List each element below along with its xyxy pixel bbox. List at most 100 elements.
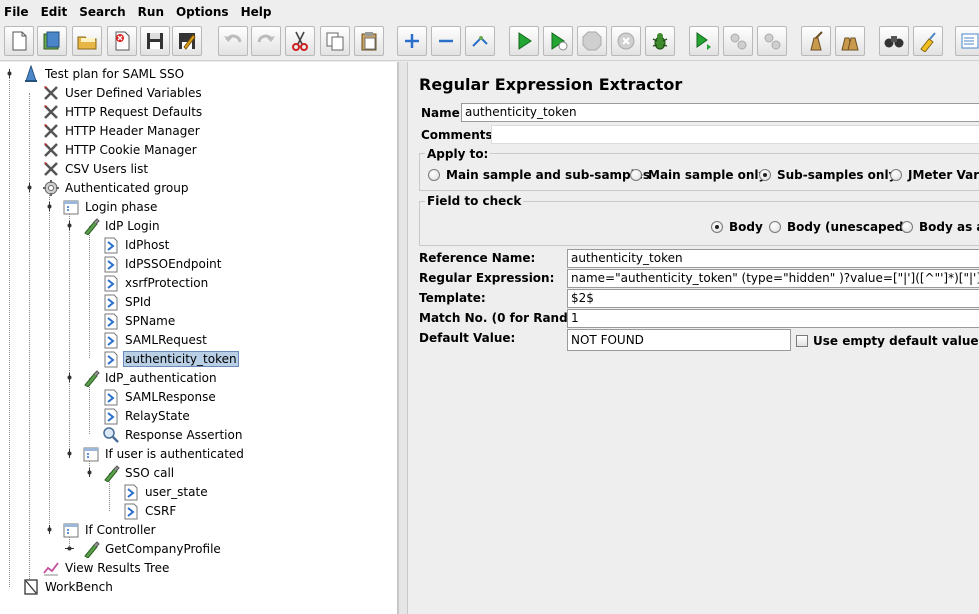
- tree-node-xsrfprotection[interactable]: xsrfProtection: [102, 273, 210, 292]
- test-plan-tree: Test plan for SAML SSO User Defined Vari…: [0, 62, 398, 614]
- tree-node-idpssoendpoint[interactable]: IdPSSOEndpoint: [102, 254, 223, 273]
- config-element-icon: [44, 104, 58, 119]
- tree-node-if-user-is-authenticated[interactable]: If user is authenticated: [82, 444, 246, 463]
- default-value-input[interactable]: NOT FOUND: [567, 329, 791, 351]
- stop-button[interactable]: [577, 26, 607, 56]
- remote-exit-button[interactable]: [757, 26, 787, 56]
- tree-node-spname[interactable]: SPName: [102, 311, 177, 330]
- templates-button[interactable]: [37, 26, 67, 56]
- regex-input[interactable]: name="authenticity_token" (type="hidden"…: [567, 269, 979, 288]
- tree-node-workbench[interactable]: WorkBench: [22, 577, 115, 596]
- tree-node-user-defined-variables[interactable]: User Defined Variables: [42, 83, 204, 102]
- redo-button[interactable]: [251, 26, 281, 56]
- clear-button[interactable]: [801, 26, 831, 56]
- tree-node-idphost[interactable]: IdPhost: [102, 235, 171, 254]
- config-element-icon: [44, 123, 58, 138]
- bug-button[interactable]: [645, 26, 675, 56]
- start-no-pauses-button[interactable]: [543, 26, 573, 56]
- tree-node-http-header-manager[interactable]: HTTP Header Manager: [42, 121, 202, 140]
- radio-jmeter-variable[interactable]: JMeter Varia: [890, 168, 979, 182]
- tree-node-http-request-defaults[interactable]: HTTP Request Defaults: [42, 102, 204, 121]
- start-button[interactable]: [509, 26, 539, 56]
- reference-name-input[interactable]: authenticity_token: [567, 249, 979, 268]
- remote-start-button[interactable]: [689, 26, 719, 56]
- tree-node-idp-authentication[interactable]: IdP_authentication: [82, 368, 219, 387]
- expander-authenticated-group[interactable]: [25, 183, 34, 192]
- close-button[interactable]: [107, 26, 137, 56]
- tree-node-samlresponse[interactable]: SAMLResponse: [102, 387, 218, 406]
- collapse-button[interactable]: [431, 26, 461, 56]
- tree-node-http-cookie-manager[interactable]: HTTP Cookie Manager: [42, 140, 199, 159]
- tree-node-relaystate[interactable]: RelayState: [102, 406, 192, 425]
- radio-main-and-sub-samples[interactable]: Main sample and sub-samples: [428, 168, 650, 182]
- checkbox-label: Use empty default value: [813, 334, 979, 348]
- tree-node-if-controller[interactable]: If Controller: [62, 520, 158, 539]
- save-button[interactable]: [140, 26, 170, 56]
- clear-all-button[interactable]: [835, 26, 865, 56]
- search-button[interactable]: [879, 26, 909, 56]
- use-empty-default-checkbox[interactable]: Use empty default value: [796, 334, 979, 348]
- open-button[interactable]: [72, 26, 102, 56]
- tree-node-idp-login[interactable]: IdP Login: [82, 216, 162, 235]
- tree-node-response-assertion[interactable]: Response Assertion: [102, 425, 244, 444]
- expander-if-controller[interactable]: [45, 525, 54, 534]
- tree-node-csrf[interactable]: CSRF: [122, 501, 178, 520]
- radio-main-sample-only[interactable]: Main sample only: [630, 168, 766, 182]
- undo-button[interactable]: [218, 26, 248, 56]
- match-no-input[interactable]: 1: [567, 309, 979, 328]
- menu-edit[interactable]: Edit: [41, 5, 68, 19]
- expander-idp-authentication[interactable]: [65, 373, 74, 382]
- comments-label: Comments:: [421, 128, 498, 142]
- panel-title: Regular Expression Extractor: [419, 75, 683, 94]
- name-input[interactable]: authenticity_token: [461, 103, 979, 122]
- cut-button[interactable]: [285, 26, 315, 56]
- tree-node-login-phase[interactable]: Login phase: [62, 197, 159, 216]
- reset-search-button[interactable]: [913, 26, 943, 56]
- expander-sso-call[interactable]: [85, 468, 94, 477]
- remote-exit-icon: [764, 33, 781, 50]
- menu-help[interactable]: Help: [241, 5, 272, 19]
- paste-button[interactable]: [354, 26, 384, 56]
- radio-body[interactable]: Body: [711, 220, 763, 234]
- copy-button[interactable]: [320, 26, 350, 56]
- menu-search[interactable]: Search: [79, 5, 125, 19]
- tree-node-label: RelayState: [125, 408, 190, 423]
- tree-node-label: CSV Users list: [65, 161, 149, 176]
- menu-run[interactable]: Run: [138, 5, 164, 19]
- remote-stop-button[interactable]: [723, 26, 753, 56]
- expander-test-plan[interactable]: [5, 69, 14, 78]
- toggle-button[interactable]: [465, 26, 495, 56]
- tree-node-authenticated-group[interactable]: Authenticated group: [42, 178, 190, 197]
- reset-search-icon: [920, 32, 936, 52]
- new-button[interactable]: [4, 26, 34, 56]
- tree-node-test-plan[interactable]: Test plan for SAML SSO: [22, 64, 186, 83]
- split-pane-divider[interactable]: [398, 62, 408, 614]
- expander-if-authenticated[interactable]: [65, 449, 74, 458]
- comments-input[interactable]: [491, 125, 979, 144]
- expander-get-company-profile[interactable]: [65, 544, 74, 553]
- shutdown-button[interactable]: [611, 26, 641, 56]
- sampler-icon: [84, 540, 100, 558]
- tree-node-label: HTTP Cookie Manager: [65, 142, 197, 157]
- menu-options[interactable]: Options: [176, 5, 229, 19]
- save-as-button[interactable]: [172, 26, 202, 56]
- radio-body-unescaped[interactable]: Body (unescaped): [769, 220, 909, 234]
- radio-body-as-document[interactable]: Body as a D: [901, 220, 979, 234]
- tree-node-authenticity-token[interactable]: authenticity_token: [102, 349, 239, 368]
- tree-node-get-company-profile[interactable]: GetCompanyProfile: [82, 539, 223, 558]
- expand-button[interactable]: [397, 26, 427, 56]
- menu-file[interactable]: File: [4, 5, 29, 19]
- expander-idp-login[interactable]: [65, 221, 74, 230]
- expander-login-phase[interactable]: [45, 202, 54, 211]
- tree-node-csv-users-list[interactable]: CSV Users list: [42, 159, 150, 178]
- tree-node-label: Authenticated group: [65, 180, 189, 195]
- radio-sub-samples-only[interactable]: Sub-samples only: [759, 168, 896, 182]
- tree-node-spid[interactable]: SPId: [102, 292, 153, 311]
- function-helper-button[interactable]: [955, 26, 979, 56]
- tree-node-sso-call[interactable]: SSO call: [102, 463, 176, 482]
- cut-icon: [292, 31, 308, 51]
- tree-node-view-results-tree[interactable]: View Results Tree: [42, 558, 171, 577]
- tree-node-samlrequest[interactable]: SAMLRequest: [102, 330, 209, 349]
- template-input[interactable]: $2$: [567, 289, 979, 308]
- tree-node-user-state[interactable]: user_state: [122, 482, 210, 501]
